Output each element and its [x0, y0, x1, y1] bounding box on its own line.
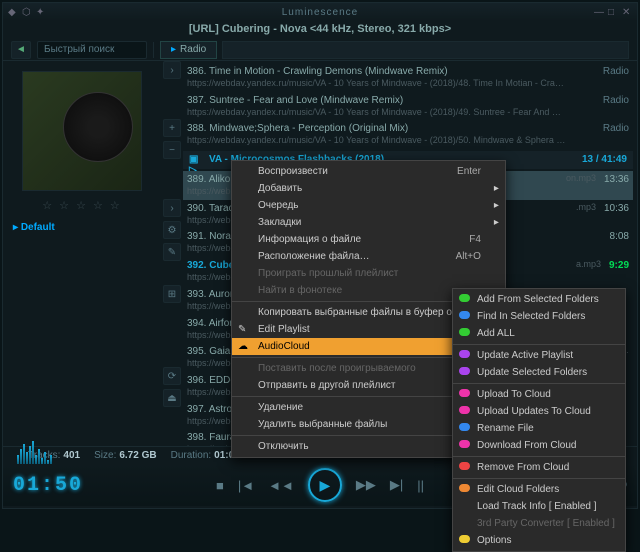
submenu-item[interactable]: Options [453, 532, 625, 549]
cloud-icon [459, 423, 470, 431]
maximize-icon[interactable]: □ [608, 7, 618, 17]
cloud-icon [459, 350, 470, 358]
prev-button[interactable]: |◄ [238, 478, 254, 493]
menu-item[interactable]: Расположение файла… Alt+O [232, 248, 505, 265]
submenu-item[interactable]: 3rd Party Converter [ Enabled ] [453, 515, 625, 532]
cloud-icon [459, 406, 470, 414]
submenu-item[interactable]: Load Track Info [ Enabled ] [453, 498, 625, 515]
side-eject-button[interactable]: ⏏ [163, 389, 181, 407]
side-remove-button[interactable]: − [163, 141, 181, 159]
cloud-icon [459, 328, 470, 336]
now-playing-bar: [URL] Cubering - Nova <44 kHz, Stereo, 3… [3, 21, 637, 39]
submenu-item[interactable]: Find In Selected Folders [453, 308, 625, 325]
menu-item[interactable]: Информация о файле F4 [232, 231, 505, 248]
pause-button[interactable]: || [417, 478, 424, 493]
submenu-item[interactable]: Update Selected Folders [453, 364, 625, 381]
track-row[interactable]: 388. Mindwave;Sphera - Perception (Origi… [183, 120, 633, 149]
titlebar: ◆ ⬡ ✦ Luminescence — □ ✕ [3, 3, 637, 21]
tab-radio[interactable]: ▸Radio [160, 41, 217, 59]
album-art[interactable] [22, 71, 142, 191]
side-gear-button[interactable]: ⚙ [163, 221, 181, 239]
side-chevron-button[interactable]: › [163, 199, 181, 217]
audiocloud-submenu: Add From Selected Folders Find In Select… [452, 288, 626, 552]
time-display: 01:50 [13, 474, 98, 497]
menu-item[interactable]: Воспроизвести Enter [232, 163, 505, 180]
prev-list-button[interactable]: ◄ [11, 41, 31, 59]
menu-item[interactable]: Закладки ▸ [232, 214, 505, 231]
toolbar: ◄ Быстрый поиск ▸Radio [3, 39, 637, 61]
submenu-item[interactable]: Remove From Cloud [453, 459, 625, 476]
stop-button[interactable]: ■ [216, 478, 224, 493]
search-input[interactable]: Быстрый поиск [37, 41, 147, 59]
side-grid-button[interactable]: ⊞ [163, 285, 181, 303]
rew-button[interactable]: ◄◄ [268, 478, 294, 493]
cloud-icon [459, 294, 470, 302]
menu-item[interactable]: Очередь ▸ [232, 197, 505, 214]
minimize-icon[interactable]: — [594, 7, 604, 17]
cloud-icon [459, 440, 470, 448]
close-icon[interactable]: ✕ [622, 7, 632, 17]
track-row[interactable]: 387. Suntree - Fear and Love (Mindwave R… [183, 92, 633, 121]
cloud-icon [459, 367, 470, 375]
cloud-icon [459, 462, 470, 470]
side-pencil-button[interactable]: ✎ [163, 243, 181, 261]
cloud-icon: ☁ [238, 341, 250, 353]
cloud-icon [459, 311, 470, 319]
menu-item[interactable]: Проиграть прошлый плейлист [232, 265, 505, 282]
submenu-item[interactable]: Edit Cloud Folders [453, 481, 625, 498]
submenu-item[interactable]: Add From Selected Folders [453, 291, 625, 308]
menu-icon[interactable]: ◆ [8, 7, 18, 17]
track-row[interactable]: 386. Time in Motion - Crawling Demons (M… [183, 63, 633, 92]
submenu-item[interactable]: Upload To Cloud [453, 386, 625, 403]
cloud-icon [459, 389, 470, 397]
playlist-default[interactable]: ▸ Default [13, 222, 151, 233]
tab-area [222, 41, 629, 59]
play-button[interactable]: ▶ [308, 468, 342, 502]
menu-item[interactable]: Добавить ▸ [232, 180, 505, 197]
side-add-button[interactable]: + [163, 119, 181, 137]
cloud-icon [459, 484, 470, 492]
submenu-item[interactable]: Upload Updates To Cloud [453, 403, 625, 420]
tool-icon[interactable]: ✦ [36, 7, 46, 17]
submenu-item[interactable]: Add ALL [453, 325, 625, 342]
app-title: Luminescence [282, 7, 358, 18]
next-button[interactable]: ▶| [390, 477, 403, 493]
cloud-icon [459, 535, 470, 543]
folder-icon: ▣ ▷ [189, 154, 203, 166]
equalizer-display [17, 438, 67, 466]
submenu-item[interactable]: Update Active Playlist [453, 347, 625, 364]
pencil-icon: ✎ [238, 324, 250, 336]
submenu-item[interactable]: Rename File [453, 420, 625, 437]
side-cycle-button[interactable]: ⟳ [163, 367, 181, 385]
side-expand-button[interactable]: › [163, 61, 181, 79]
rating-stars[interactable]: ☆ ☆ ☆ ☆ ☆ [9, 199, 155, 212]
submenu-item[interactable]: Download From Cloud [453, 437, 625, 454]
status-size: Size:6.72 GB [94, 450, 156, 461]
pin-icon[interactable]: ⬡ [22, 7, 32, 17]
now-playing-text: [URL] Cubering - Nova <44 kHz, Stereo, 3… [189, 23, 451, 35]
ffwd-button[interactable]: ▶▶ [356, 477, 376, 493]
